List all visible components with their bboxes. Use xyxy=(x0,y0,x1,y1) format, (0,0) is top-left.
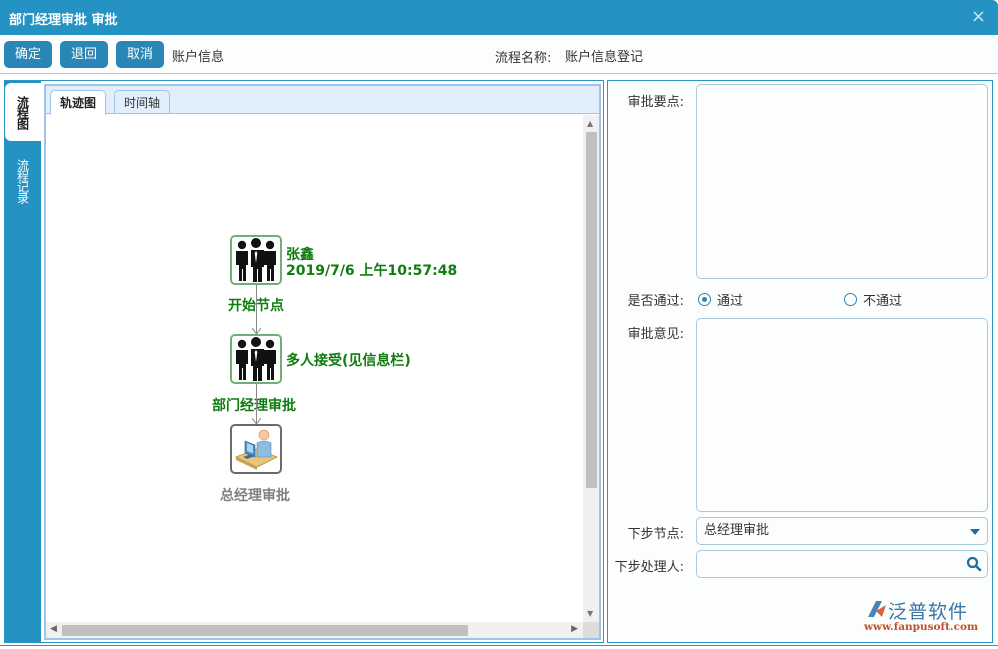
radio-unchecked-icon xyxy=(844,293,857,306)
flow-canvas: 张鑫 2019/7/6 上午10:57:48 开始节点 多人接受(见信息栏) 部… xyxy=(46,115,599,638)
handler-name: 张鑫 xyxy=(286,247,314,263)
logo-mark-icon xyxy=(868,601,886,617)
flow-node-dept-manager[interactable] xyxy=(230,334,282,384)
dropdown-caret-icon[interactable] xyxy=(970,529,980,535)
flow-node-general-manager-label: 总经理审批 xyxy=(220,488,290,504)
handler-status: 多人接受(见信息栏) xyxy=(286,353,411,369)
return-button[interactable]: 退回 xyxy=(60,41,108,68)
search-icon[interactable] xyxy=(966,556,982,572)
dialog-titlebar: 部门经理审批 审批 × xyxy=(0,0,998,35)
side-tab-flow-records[interactable]: 流程记录 xyxy=(5,141,41,213)
radio-checked-icon xyxy=(698,293,711,306)
bottom-border xyxy=(0,645,998,646)
dialog-title: 部门经理审批 审批 xyxy=(9,13,118,28)
scroll-left-icon[interactable]: ◀ xyxy=(50,624,57,634)
logo-brand: 泛普软件 xyxy=(888,601,969,623)
group-icon xyxy=(236,337,276,381)
confirm-button[interactable]: 确定 xyxy=(4,41,52,68)
vertical-scrollbar[interactable]: ▲ ▼ xyxy=(583,115,599,622)
radio-pass-label: 通过 xyxy=(717,294,744,309)
horizontal-scrollbar[interactable]: ◀ ▶ xyxy=(46,622,583,638)
process-name-value: 账户信息登记 xyxy=(565,50,644,65)
next-node-label: 下步节点: xyxy=(627,527,684,542)
opinion-textarea[interactable] xyxy=(696,318,988,512)
connector-line xyxy=(256,285,257,334)
radio-fail-label: 不通过 xyxy=(863,294,903,309)
next-node-select[interactable]: 总经理审批 xyxy=(696,517,988,545)
view-tab-strip: 轨迹图 时间轴 xyxy=(46,86,599,115)
next-handler-input[interactable] xyxy=(696,550,988,578)
vertical-scroll-thumb[interactable] xyxy=(586,132,597,488)
side-tab-flowchart[interactable]: 流程图 xyxy=(5,83,41,141)
handled-time: 2019/7/6 上午10:57:48 xyxy=(286,263,458,279)
tab-trajectory[interactable]: 轨迹图 xyxy=(50,90,107,115)
close-icon[interactable]: × xyxy=(971,7,986,27)
worker-at-desk-icon xyxy=(234,429,278,470)
cancel-button[interactable]: 取消 xyxy=(116,41,164,68)
flow-panel: 流程图 流程记录 轨迹图 时间轴 张鑫 2019/7/6 上午10:57:48 … xyxy=(4,80,604,643)
group-icon xyxy=(236,238,276,282)
pass-label: 是否通过: xyxy=(627,294,684,309)
scroll-down-icon[interactable]: ▼ xyxy=(587,609,593,618)
next-handler-label: 下步处理人: xyxy=(614,560,684,575)
flow-node-start[interactable] xyxy=(230,235,282,285)
radio-pass[interactable]: 通过 xyxy=(698,290,743,309)
approval-form: 审批要点: 是否通过: 通过 不通过 审批意见: 下步节点: 总经理审批 下步处… xyxy=(607,80,993,643)
next-node-value: 总经理审批 xyxy=(704,523,770,538)
process-name-label: 流程名称: xyxy=(495,51,552,66)
toolbar: 确定 退回 取消 账户信息 流程名称: 账户信息登记 xyxy=(0,35,998,74)
flow-node-dept-manager-label: 部门经理审批 xyxy=(212,398,296,414)
account-info-text: 账户信息 xyxy=(172,50,225,65)
opinion-label: 审批意见: xyxy=(627,327,684,342)
scrollbar-corner xyxy=(583,622,599,638)
side-tab-strip: 流程图 流程记录 xyxy=(5,81,41,642)
flow-node-general-manager[interactable] xyxy=(230,424,282,474)
vendor-logo: 泛普软件 www.fanpusoft.com xyxy=(862,597,987,637)
key-points-textarea[interactable] xyxy=(696,84,988,279)
tab-timeline[interactable]: 时间轴 xyxy=(114,90,171,113)
logo-url: www.fanpusoft.com xyxy=(864,621,979,633)
scroll-up-icon[interactable]: ▲ xyxy=(587,119,593,128)
key-points-label: 审批要点: xyxy=(627,95,684,110)
horizontal-scroll-thumb[interactable] xyxy=(62,625,468,636)
flow-node-start-info: 张鑫 2019/7/6 上午10:57:48 xyxy=(286,247,457,279)
flow-view-frame: 轨迹图 时间轴 张鑫 2019/7/6 上午10:57:48 开始节点 多人接受… xyxy=(44,84,601,640)
flow-node-dept-manager-info: 多人接受(见信息栏) xyxy=(286,353,411,369)
radio-fail[interactable]: 不通过 xyxy=(844,290,902,309)
scroll-right-icon[interactable]: ▶ xyxy=(571,624,578,634)
